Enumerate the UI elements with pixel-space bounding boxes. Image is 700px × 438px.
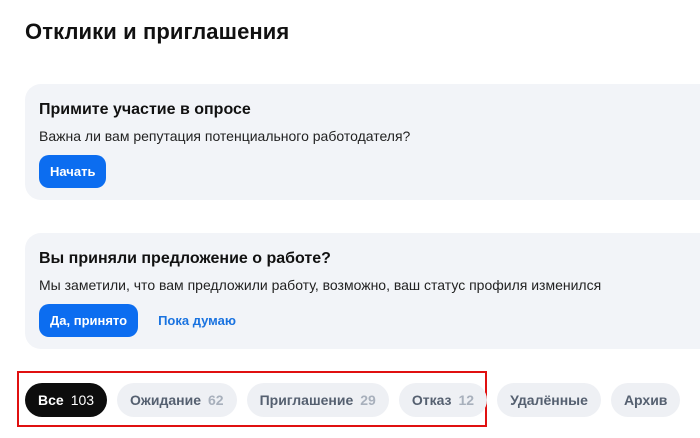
survey-card: Примите участие в опросе Важна ли вам ре… <box>25 84 700 200</box>
start-survey-button[interactable]: Начать <box>39 155 107 188</box>
page-title: Отклики и приглашения <box>25 19 290 44</box>
filter-count: 62 <box>208 392 224 408</box>
filter-label: Приглашение <box>259 392 354 408</box>
offer-title: Вы приняли предложение о работе? <box>39 250 331 267</box>
filter-chip-deleted[interactable]: Удалённые <box>497 383 601 417</box>
survey-text: Важна ли вам репутация потенциального ра… <box>39 128 411 144</box>
survey-actions: Начать <box>39 155 107 188</box>
filter-label: Отказ <box>411 392 452 408</box>
offer-text: Мы заметили, что вам предложили работу, … <box>39 277 602 293</box>
offer-card: Вы приняли предложение о работе? Мы заме… <box>25 233 700 349</box>
filter-chip-rejection[interactable]: Отказ 12 <box>398 383 488 417</box>
filter-count: 29 <box>360 392 376 408</box>
filter-label: Ожидание <box>130 392 201 408</box>
filter-chip-waiting[interactable]: Ожидание 62 <box>117 383 237 417</box>
offer-actions: Да, принято Пока думаю <box>39 304 256 337</box>
filter-count: 103 <box>70 392 95 408</box>
status-filter-bar: Все 103 Ожидание 62 Приглашение 29 Отказ… <box>25 383 681 417</box>
still-thinking-button[interactable]: Пока думаю <box>138 304 256 337</box>
filter-label: Все <box>38 392 64 408</box>
accept-offer-button[interactable]: Да, принято <box>39 304 139 337</box>
filter-label: Архив <box>623 392 668 408</box>
filter-chip-invitation[interactable]: Приглашение 29 <box>246 383 389 417</box>
filter-chip-archive[interactable]: Архив <box>610 383 681 417</box>
survey-title: Примите участие в опросе <box>39 101 251 118</box>
filter-count: 12 <box>458 392 475 408</box>
filter-chip-all[interactable]: Все 103 <box>25 383 108 417</box>
filter-label: Удалённые <box>510 392 588 408</box>
